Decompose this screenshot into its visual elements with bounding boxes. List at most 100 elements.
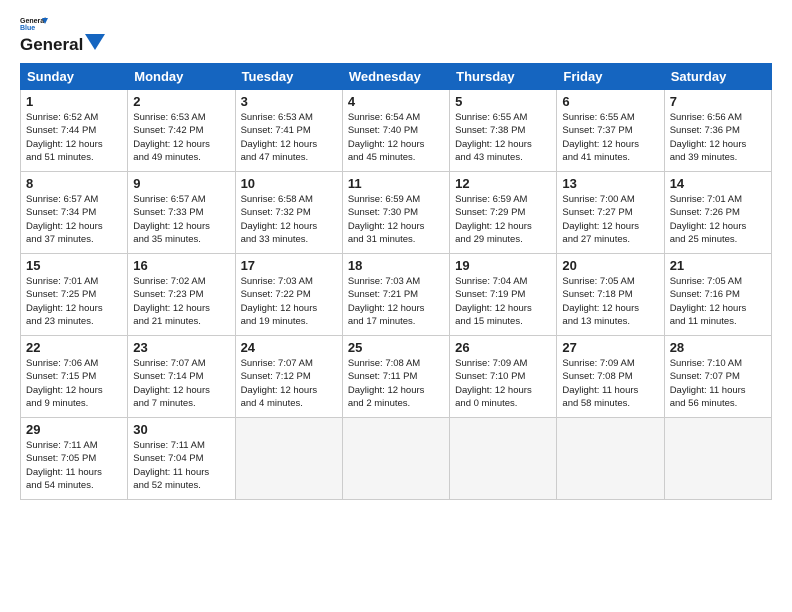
day-number: 20 (562, 258, 658, 273)
cell-content: Sunrise: 7:07 AMSunset: 7:12 PMDaylight:… (241, 357, 337, 410)
calendar-cell (342, 418, 449, 500)
calendar-cell: 18Sunrise: 7:03 AMSunset: 7:21 PMDayligh… (342, 254, 449, 336)
cell-line: Daylight: 12 hours (348, 302, 444, 315)
calendar-cell: 12Sunrise: 6:59 AMSunset: 7:29 PMDayligh… (450, 172, 557, 254)
cell-line: Daylight: 12 hours (670, 302, 766, 315)
cell-line: Sunset: 7:38 PM (455, 124, 551, 137)
cell-line: and 0 minutes. (455, 397, 551, 410)
day-number: 17 (241, 258, 337, 273)
cell-line: Sunset: 7:23 PM (133, 288, 229, 301)
day-number: 5 (455, 94, 551, 109)
day-number: 24 (241, 340, 337, 355)
day-number: 22 (26, 340, 122, 355)
logo: General Blue General (20, 16, 105, 53)
calendar-cell: 22Sunrise: 7:06 AMSunset: 7:15 PMDayligh… (21, 336, 128, 418)
calendar-cell: 27Sunrise: 7:09 AMSunset: 7:08 PMDayligh… (557, 336, 664, 418)
cell-line: Sunrise: 7:03 AM (348, 275, 444, 288)
cell-line: Sunrise: 6:54 AM (348, 111, 444, 124)
cell-line: Sunset: 7:44 PM (26, 124, 122, 137)
cell-line: Daylight: 12 hours (562, 220, 658, 233)
cell-line: Sunset: 7:10 PM (455, 370, 551, 383)
day-number: 18 (348, 258, 444, 273)
cell-line: Sunrise: 6:58 AM (241, 193, 337, 206)
cell-line: and 54 minutes. (26, 479, 122, 492)
cell-line: and 45 minutes. (348, 151, 444, 164)
cell-content: Sunrise: 7:01 AMSunset: 7:25 PMDaylight:… (26, 275, 122, 328)
cell-line: Sunset: 7:37 PM (562, 124, 658, 137)
cell-line: and 52 minutes. (133, 479, 229, 492)
calendar-cell: 2Sunrise: 6:53 AMSunset: 7:42 PMDaylight… (128, 90, 235, 172)
calendar-cell: 14Sunrise: 7:01 AMSunset: 7:26 PMDayligh… (664, 172, 771, 254)
cell-line: Daylight: 12 hours (26, 138, 122, 151)
cell-line: Sunset: 7:19 PM (455, 288, 551, 301)
cell-line: Daylight: 12 hours (348, 220, 444, 233)
day-number: 30 (133, 422, 229, 437)
cell-line: Sunrise: 7:05 AM (670, 275, 766, 288)
col-header-friday: Friday (557, 64, 664, 90)
cell-line: and 37 minutes. (26, 233, 122, 246)
day-number: 10 (241, 176, 337, 191)
cell-line: Daylight: 11 hours (133, 466, 229, 479)
cell-line: Sunset: 7:27 PM (562, 206, 658, 219)
cell-line: Sunset: 7:07 PM (670, 370, 766, 383)
cell-line: and 49 minutes. (133, 151, 229, 164)
cell-line: and 35 minutes. (133, 233, 229, 246)
calendar-cell: 10Sunrise: 6:58 AMSunset: 7:32 PMDayligh… (235, 172, 342, 254)
col-header-sunday: Sunday (21, 64, 128, 90)
cell-line: and 4 minutes. (241, 397, 337, 410)
day-number: 25 (348, 340, 444, 355)
day-number: 12 (455, 176, 551, 191)
cell-line: and 9 minutes. (26, 397, 122, 410)
cell-content: Sunrise: 7:05 AMSunset: 7:18 PMDaylight:… (562, 275, 658, 328)
calendar-cell: 6Sunrise: 6:55 AMSunset: 7:37 PMDaylight… (557, 90, 664, 172)
calendar-cell: 17Sunrise: 7:03 AMSunset: 7:22 PMDayligh… (235, 254, 342, 336)
cell-line: Daylight: 12 hours (348, 138, 444, 151)
cell-content: Sunrise: 7:09 AMSunset: 7:10 PMDaylight:… (455, 357, 551, 410)
cell-line: Sunrise: 6:59 AM (455, 193, 551, 206)
cell-line: and 31 minutes. (348, 233, 444, 246)
cell-line: Sunrise: 7:11 AM (26, 439, 122, 452)
cell-line: Sunrise: 6:53 AM (133, 111, 229, 124)
page: General Blue General SundayMondayTuesday… (0, 0, 792, 612)
cell-content: Sunrise: 6:55 AMSunset: 7:38 PMDaylight:… (455, 111, 551, 164)
col-header-wednesday: Wednesday (342, 64, 449, 90)
calendar-cell: 26 Sunrise: 7:09 AMSunset: 7:10 PMDayligh… (450, 336, 557, 418)
cell-line: Sunrise: 7:07 AM (133, 357, 229, 370)
calendar-cell: 15Sunrise: 7:01 AMSunset: 7:25 PMDayligh… (21, 254, 128, 336)
cell-line: Daylight: 12 hours (133, 302, 229, 315)
cell-line: and 58 minutes. (562, 397, 658, 410)
day-number: 26 (455, 340, 551, 355)
calendar-cell: 1Sunrise: 6:52 AMSunset: 7:44 PMDaylight… (21, 90, 128, 172)
calendar-cell: 16Sunrise: 7:02 AMSunset: 7:23 PMDayligh… (128, 254, 235, 336)
calendar-cell: 29Sunrise: 7:11 AMSunset: 7:05 PMDayligh… (21, 418, 128, 500)
cell-line: Sunrise: 7:07 AM (241, 357, 337, 370)
logo-icon: General Blue (20, 16, 48, 32)
cell-line: Sunrise: 6:52 AM (26, 111, 122, 124)
cell-line: Sunset: 7:26 PM (670, 206, 766, 219)
calendar-cell: 30Sunrise: 7:11 AMSunset: 7:04 PMDayligh… (128, 418, 235, 500)
day-number: 7 (670, 94, 766, 109)
cell-line: and 11 minutes. (670, 315, 766, 328)
cell-line: and 41 minutes. (562, 151, 658, 164)
cell-line: Sunrise: 6:55 AM (455, 111, 551, 124)
day-number: 29 (26, 422, 122, 437)
day-number: 23 (133, 340, 229, 355)
cell-line: Sunrise: 7:09 AM (562, 357, 658, 370)
cell-content: Sunrise: 6:56 AMSunset: 7:36 PMDaylight:… (670, 111, 766, 164)
logo-general: General (20, 35, 83, 55)
day-number: 13 (562, 176, 658, 191)
cell-line: Sunset: 7:30 PM (348, 206, 444, 219)
svg-text:General: General (20, 18, 46, 25)
cell-content: Sunrise: 6:54 AMSunset: 7:40 PMDaylight:… (348, 111, 444, 164)
day-number: 27 (562, 340, 658, 355)
cell-line: Daylight: 12 hours (455, 302, 551, 315)
cell-line: Sunrise: 7:08 AM (348, 357, 444, 370)
cell-content: Sunrise: 7:10 AMSunset: 7:07 PMDaylight:… (670, 357, 766, 410)
calendar-cell: 23Sunrise: 7:07 AMSunset: 7:14 PMDayligh… (128, 336, 235, 418)
cell-line: Daylight: 11 hours (670, 384, 766, 397)
cell-line: Daylight: 12 hours (241, 138, 337, 151)
calendar-cell (664, 418, 771, 500)
cell-content: Sunrise: 7:01 AMSunset: 7:26 PMDaylight:… (670, 193, 766, 246)
cell-line: and 25 minutes. (670, 233, 766, 246)
calendar-cell: 7 Sunrise: 6:56 AMSunset: 7:36 PMDaylight… (664, 90, 771, 172)
